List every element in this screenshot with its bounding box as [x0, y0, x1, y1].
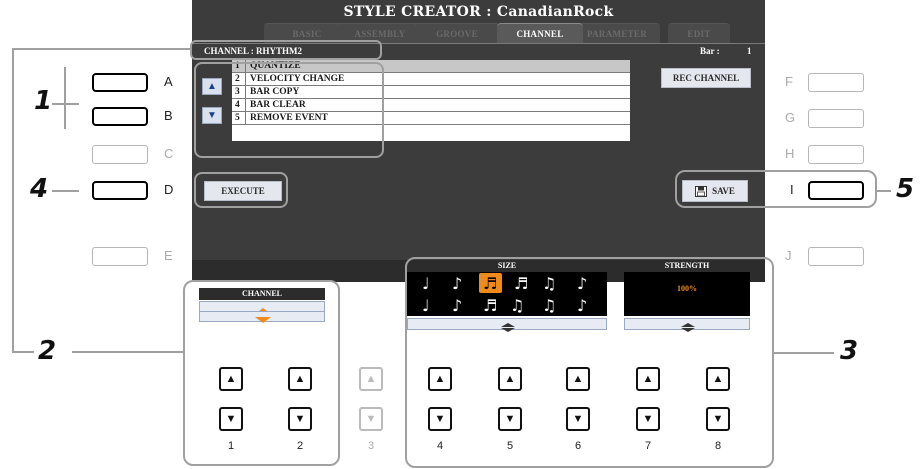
dial-3-label: 3 [367, 440, 375, 452]
dial-4-down-button[interactable]: ▼ [428, 407, 452, 431]
dial-6-down-button[interactable]: ▼ [566, 407, 590, 431]
dial-8-down-button[interactable]: ▼ [706, 407, 730, 431]
triangle-down-icon: ▼ [642, 413, 654, 425]
dial-6-label: 6 [574, 440, 582, 452]
triangle-up-icon: ▲ [225, 373, 237, 385]
dial-4-label: 4 [436, 440, 444, 452]
panel-button-i-label: I [790, 182, 794, 197]
panel-button-j[interactable] [808, 247, 864, 266]
dial-2-label: 2 [296, 440, 304, 452]
callout-number-3: 3 [840, 336, 859, 366]
dial-7-up-button[interactable]: ▲ [636, 367, 660, 391]
panel-button-e[interactable] [92, 247, 148, 266]
panel-button-h-label: H [785, 146, 795, 161]
triangle-down-icon: ▼ [294, 413, 306, 425]
panel-button-g-label: G [785, 110, 796, 125]
triangle-up-icon: ▲ [294, 373, 306, 385]
dial-7-down-button[interactable]: ▼ [636, 407, 660, 431]
screen-title: STYLE CREATOR : CanadianRock [343, 4, 614, 20]
triangle-up-icon: ▲ [712, 373, 724, 385]
triangle-down-icon: ▼ [365, 413, 377, 425]
callout-number-4: 4 [30, 174, 49, 204]
callout-4-line [52, 190, 79, 192]
dial-2-down-button[interactable]: ▼ [288, 407, 312, 431]
panel-button-c[interactable] [92, 145, 148, 164]
callout-1-brace [64, 67, 66, 129]
dial-5-label: 5 [506, 440, 514, 452]
dials-1-2-bracket [183, 280, 340, 466]
triangle-down-icon: ▼ [434, 413, 446, 425]
dial-5-up-button[interactable]: ▲ [498, 367, 522, 391]
panel-button-h[interactable] [808, 145, 864, 164]
panel-button-b[interactable] [92, 107, 148, 126]
triangle-up-icon: ▲ [504, 373, 516, 385]
execute-bracket [194, 172, 288, 208]
tab-parameter[interactable]: PARAMETER [574, 23, 660, 44]
callout-5-line [877, 190, 891, 192]
bar-label: Bar : [700, 46, 720, 56]
tab-channel[interactable]: CHANNEL [497, 23, 583, 44]
dial-1-label: 1 [227, 440, 235, 452]
callout-number-1: 1 [34, 86, 53, 116]
bar-value: 1 [747, 46, 752, 56]
dial-3-down-button[interactable]: ▼ [359, 407, 383, 431]
dial-1-up-button[interactable]: ▲ [219, 367, 243, 391]
tab-edit[interactable]: EDIT [668, 23, 730, 44]
triangle-down-icon: ▼ [225, 413, 237, 425]
dial-8-label: 8 [714, 440, 722, 452]
panel-button-j-label: J [785, 248, 792, 263]
dial-4-up-button[interactable]: ▲ [428, 367, 452, 391]
callout-2-line-right [72, 351, 183, 353]
panel-button-b-label: B [164, 108, 173, 123]
menu-bracket [194, 62, 384, 158]
callout-2-line-bottom [12, 351, 34, 353]
tab-groove[interactable]: GROOVE [414, 23, 500, 44]
callout-number-5: 5 [896, 174, 915, 204]
dial-8-up-button[interactable]: ▲ [706, 367, 730, 391]
triangle-up-icon: ▲ [365, 373, 377, 385]
panel-button-c-label: C [164, 146, 174, 161]
dial-2-up-button[interactable]: ▲ [288, 367, 312, 391]
callout-number-2: 2 [38, 336, 57, 366]
callout-3-line [774, 352, 834, 354]
dials-4-8-bracket [405, 257, 774, 468]
panel-button-i[interactable] [808, 181, 864, 200]
triangle-up-icon: ▲ [572, 373, 584, 385]
panel-button-a-label: A [164, 74, 173, 89]
triangle-down-icon: ▼ [712, 413, 724, 425]
panel-button-d[interactable] [92, 181, 148, 200]
triangle-up-icon: ▲ [434, 373, 446, 385]
dial-7-label: 7 [644, 440, 652, 452]
dial-6-up-button[interactable]: ▲ [566, 367, 590, 391]
callout-2-line-vertical [12, 48, 14, 352]
triangle-down-icon: ▼ [572, 413, 584, 425]
dial-5-down-button[interactable]: ▼ [498, 407, 522, 431]
rec-channel-button[interactable]: REC CHANNEL [661, 68, 751, 88]
dial-1-down-button[interactable]: ▼ [219, 407, 243, 431]
callout-2-line-top [12, 48, 192, 50]
panel-button-d-label: D [164, 182, 174, 197]
triangle-down-icon: ▼ [504, 413, 516, 425]
panel-button-f[interactable] [808, 73, 864, 92]
panel-button-g[interactable] [808, 109, 864, 128]
panel-button-e-label: E [164, 248, 173, 263]
channel-label-bracket [190, 40, 382, 60]
triangle-up-icon: ▲ [642, 373, 654, 385]
dial-3-up-button[interactable]: ▲ [359, 367, 383, 391]
panel-button-f-label: F [785, 74, 793, 89]
panel-button-a[interactable] [92, 73, 148, 92]
